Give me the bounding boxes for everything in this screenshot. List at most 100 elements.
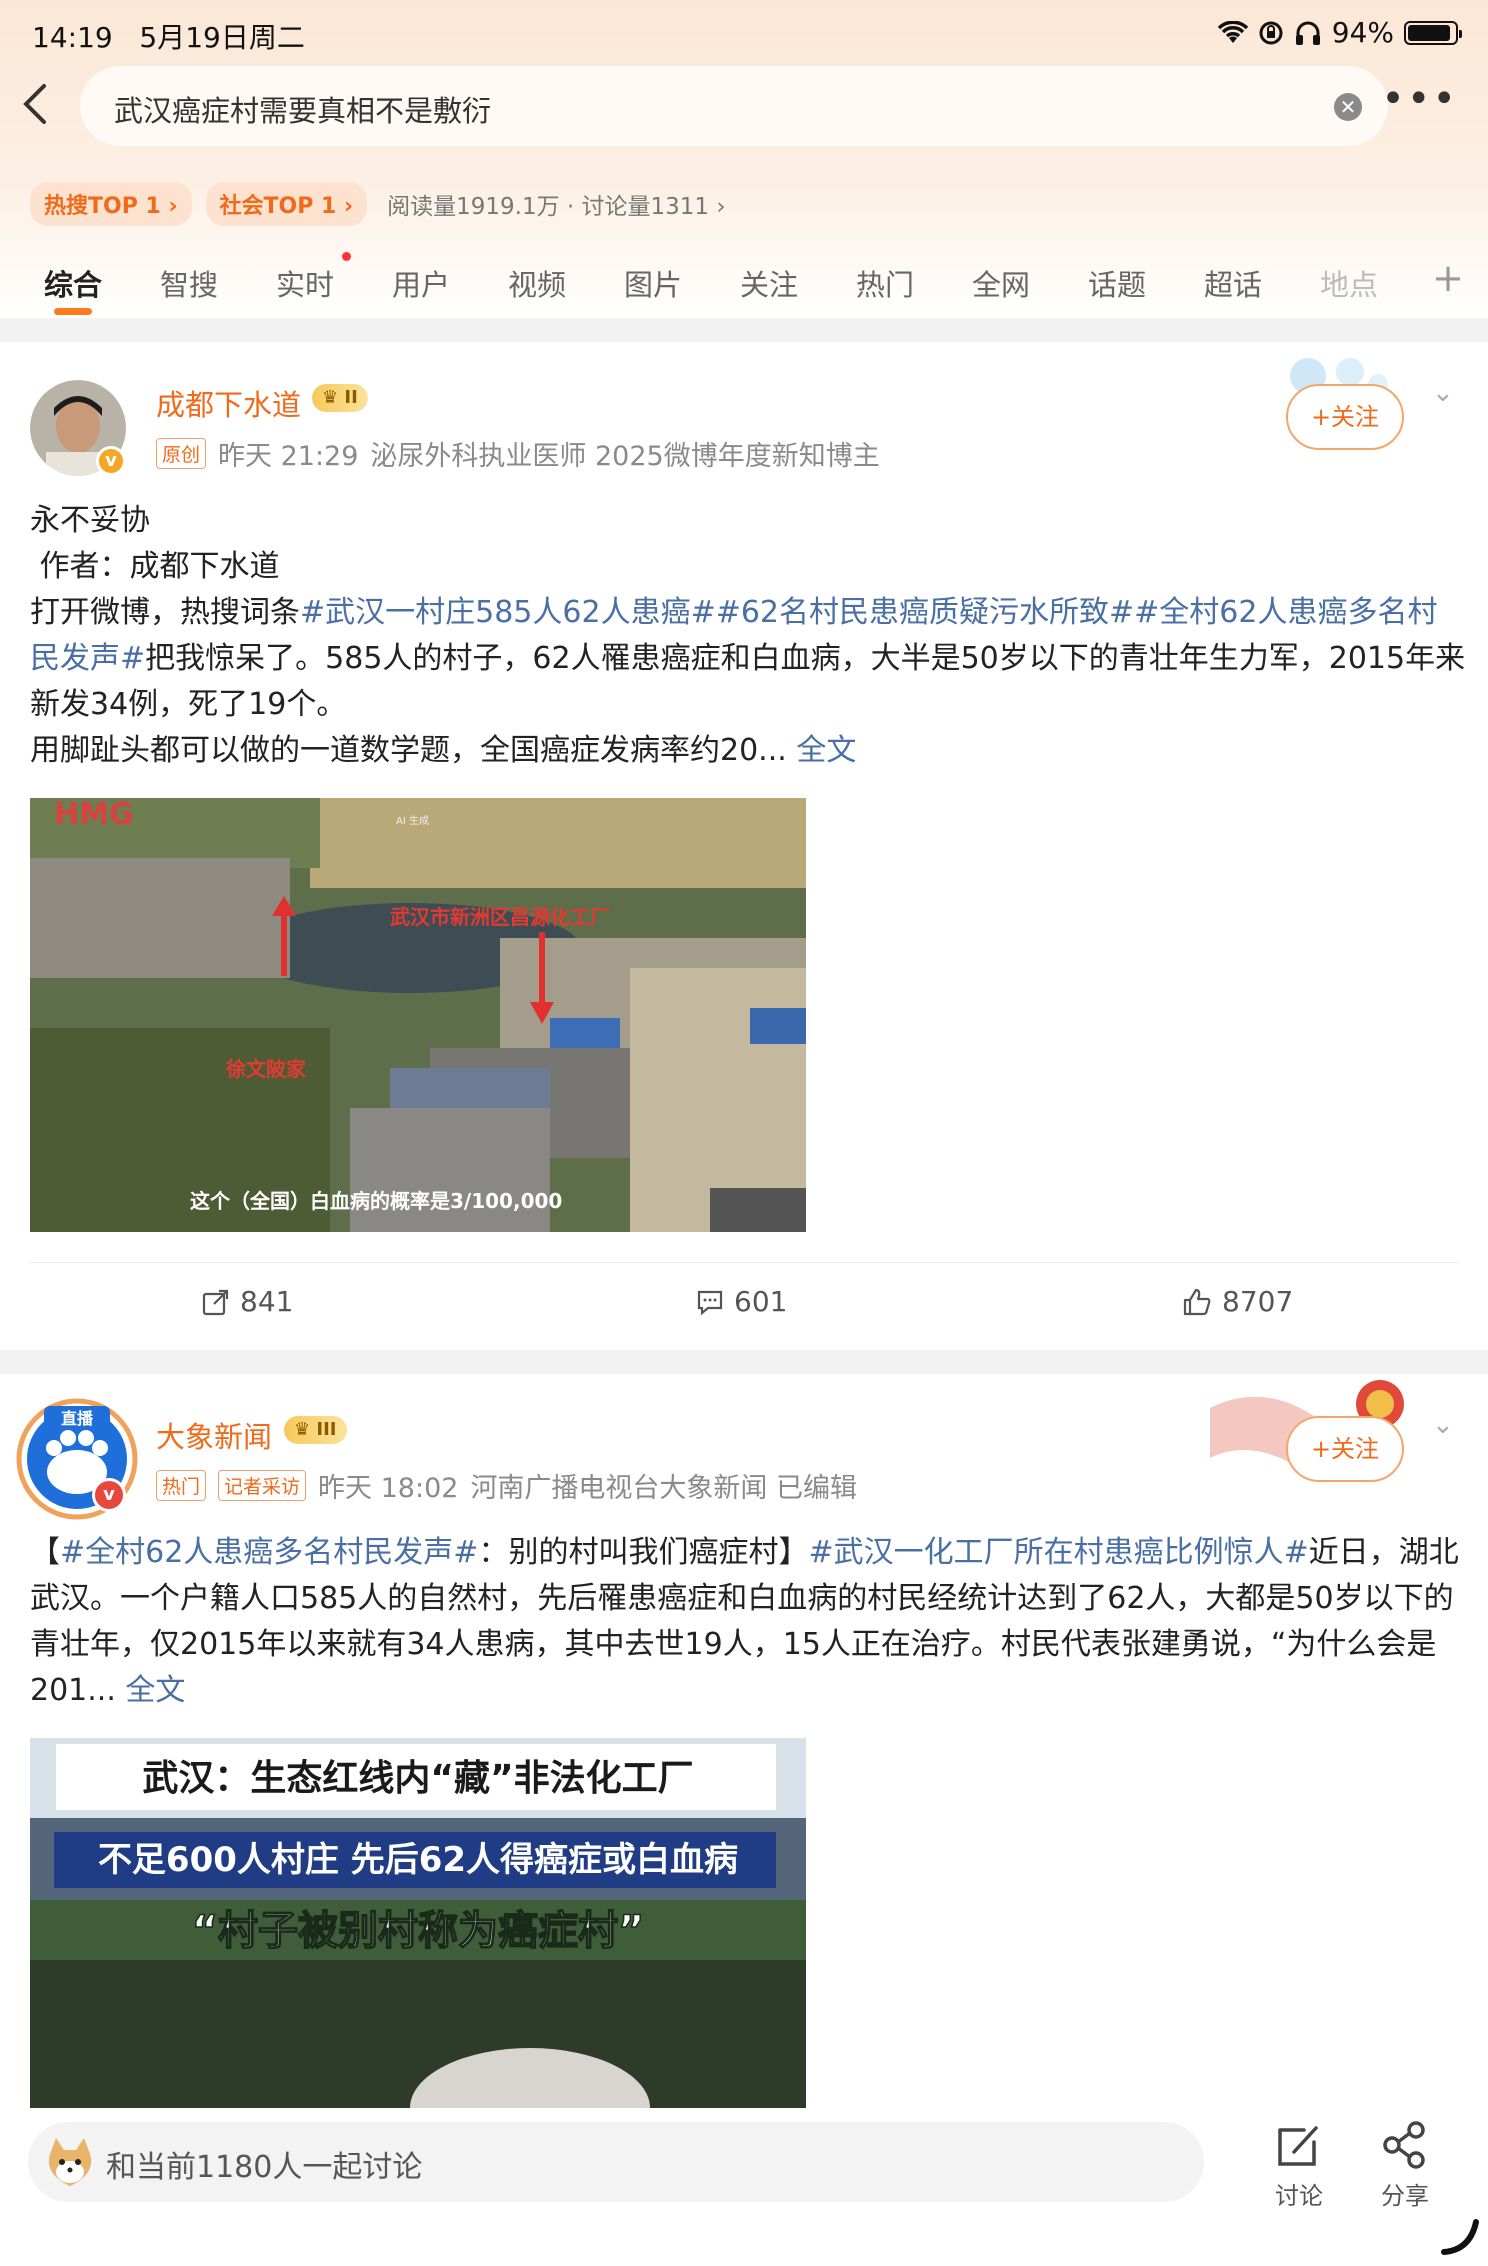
comment-button[interactable]: 601	[696, 1285, 787, 1318]
wifi-icon	[1217, 20, 1248, 43]
post-actions: 841 601 8707	[30, 1262, 1458, 1342]
ai-generated-label: AI 生成	[396, 814, 429, 827]
tab-topics[interactable]: 话题	[1088, 262, 1146, 304]
post-image[interactable]: HMG AI 生成 武汉市新洲区昌源化工厂 徐文陂家 这个（全国）白血病的概率是…	[30, 798, 806, 1232]
search-input[interactable]: 武汉癌症村需要真相不是敷衍 ✕	[80, 66, 1388, 146]
share-icon	[1383, 2121, 1425, 2169]
like-button[interactable]: 8707	[1182, 1285, 1293, 1318]
image-label-factory: 武汉市新洲区昌源化工厂	[390, 905, 610, 929]
search-query: 武汉癌症村需要真相不是敷衍	[114, 94, 492, 128]
verified-badge-icon: v	[92, 1478, 126, 1512]
back-button[interactable]	[20, 82, 66, 128]
thumbnail-quote: “村子被别村称为癌症村”	[192, 1908, 645, 1954]
image-label-home: 徐文陂家	[225, 1057, 307, 1081]
header: 14:19 5月19日周二 94% 武汉癌症村需要真相不是敷衍 ✕ ••• 热搜…	[0, 0, 1488, 318]
chevron-down-icon[interactable]: ⌄	[1432, 1410, 1454, 1440]
comment-input[interactable]: 和当前1180人一起讨论	[28, 2122, 1204, 2202]
chevron-left-icon	[23, 84, 46, 124]
tab-location[interactable]: 地点	[1320, 262, 1390, 304]
more-button[interactable]: •••	[1381, 79, 1458, 119]
post-meta: 原创 昨天 21:29 泌尿外科执业医师 2025微博年度新知博主	[156, 434, 880, 473]
tab-hot[interactable]: 热门	[856, 262, 914, 304]
shiba-avatar-icon	[48, 2138, 92, 2186]
hashtag-link[interactable]: #武汉一化工厂所在村患癌比例惊人#	[808, 1535, 1308, 1570]
live-badge: 直播	[61, 1409, 94, 1428]
tab-active-indicator	[54, 308, 92, 315]
author-description: 河南广播电视台大象新闻 已编辑	[470, 1473, 858, 1504]
reporter-tag: 记者采访	[218, 1470, 307, 1501]
share-button[interactable]: 分享	[1366, 2120, 1444, 2211]
post-card: v 成都下水道 ♛ II 原创 昨天 21:29 泌尿外科执业医师 2025微博…	[0, 342, 1488, 1350]
news-thumbnail: 武汉：生态红线内“藏”非法化工厂 不足600人村庄 先后62人得癌症或白血病 “…	[30, 1738, 806, 2108]
battery-percent: 94%	[1331, 16, 1394, 49]
comment-icon	[697, 1290, 723, 1315]
username[interactable]: 大象新闻	[156, 1414, 272, 1456]
comment-placeholder: 和当前1180人一起讨论	[106, 2150, 423, 2185]
bottom-bar: 和当前1180人一起讨论 讨论 分享	[0, 2108, 1488, 2266]
tab-following[interactable]: 关注	[740, 262, 798, 304]
home-indicator-icon	[1441, 2219, 1479, 2255]
post-line: 用脚趾头都可以做的一道数学题，全国癌症发病率约20... 全文	[30, 733, 857, 768]
tab-general[interactable]: 综合	[44, 262, 102, 304]
status-bar: 14:19 5月19日周二 94%	[30, 14, 1462, 54]
verified-badge-icon: v	[96, 446, 126, 476]
post-time: 昨天 18:02	[318, 1473, 459, 1504]
post-text: 永不妥协 作者：成都下水道 打开微博，热搜词条#武汉一村庄585人62人患癌##…	[30, 498, 1466, 774]
share-label: 分享	[1381, 2182, 1429, 2210]
clear-icon[interactable]: ✕	[1334, 93, 1362, 121]
post-line: 作者：成都下水道	[30, 549, 280, 584]
post-paragraph: 打开微博，热搜词条#武汉一村庄585人62人患癌##62名村民患癌质疑污水所致#…	[30, 595, 1466, 722]
rank-chips: 热搜TOP 1 › 社会TOP 1 › 阅读量1919.1万 · 讨论量1311…	[30, 182, 726, 226]
post-time: 昨天 21:29	[218, 441, 359, 472]
status-time: 14:19 5月19日周二	[32, 21, 305, 54]
hot-rank-chip[interactable]: 热搜TOP 1 ›	[30, 182, 192, 226]
image-caption: 这个（全国）白血病的概率是3/100,000	[190, 1189, 562, 1213]
tab-users[interactable]: 用户	[392, 262, 450, 304]
tab-web[interactable]: 全网	[972, 262, 1030, 304]
post-image[interactable]: 武汉：生态红线内“藏”非法化工厂 不足600人村庄 先后62人得癌症或白血病 “…	[30, 1738, 806, 2108]
full-text-link[interactable]: 全文	[796, 733, 856, 768]
battery-icon	[1404, 20, 1462, 45]
member-crown-icon: ♛ III	[284, 1416, 347, 1444]
repost-icon	[202, 1289, 229, 1315]
post-meta: 热门 记者采访 昨天 18:02 河南广播电视台大象新闻 已编辑	[156, 1466, 857, 1505]
orientation-lock-icon	[1259, 21, 1283, 44]
follow-button[interactable]: +关注	[1286, 1416, 1404, 1482]
discuss-button[interactable]: 讨论	[1260, 2120, 1338, 2211]
username[interactable]: 成都下水道	[156, 382, 301, 424]
repost-count: 841	[240, 1285, 294, 1318]
like-count: 8707	[1222, 1285, 1294, 1318]
thumbnail-title: 武汉：生态红线内“藏”非法化工厂	[142, 1758, 693, 1799]
chevron-down-icon[interactable]: ⌄	[1432, 378, 1454, 408]
post-card: 直播 v 大象新闻 ♛ III 热门 记者采访 昨天 18:02 河南广播电视台…	[0, 1374, 1488, 2108]
follow-button[interactable]: +关注	[1286, 384, 1404, 450]
tab-smart-search[interactable]: 智搜	[160, 262, 218, 304]
repost-button[interactable]: 841	[202, 1285, 293, 1318]
hashtag-link[interactable]: #全村62人患癌多名村民发声#	[60, 1535, 478, 1570]
discuss-label: 讨论	[1275, 2182, 1323, 2210]
status-right: 94%	[1217, 16, 1462, 49]
aerial-village-photo: HMG AI 生成 武汉市新洲区昌源化工厂 徐文陂家 这个（全国）白血病的概率是…	[30, 798, 806, 1232]
post-line: 永不妥协	[30, 503, 150, 538]
tab-bar: 综合 智搜 实时 用户 视频 图片 关注 热门 全网 话题 超话 地点	[0, 256, 1488, 318]
edit-icon	[1278, 2126, 1318, 2166]
thumbnail-subtitle: 不足600人村庄 先后62人得癌症或白血病	[98, 1840, 738, 1880]
tab-supertopics[interactable]: 超话	[1204, 262, 1262, 304]
tab-images[interactable]: 图片	[624, 262, 682, 304]
comment-count: 601	[734, 1285, 788, 1318]
new-dot	[342, 252, 351, 261]
tab-video[interactable]: 视频	[508, 262, 566, 304]
thumbs-up-icon	[1183, 1288, 1211, 1315]
member-crown-icon: ♛ II	[312, 384, 368, 412]
original-tag: 原创	[156, 438, 207, 469]
post-text: 【#全村62人患癌多名村民发声#：别的村叫我们癌症村】#武汉一化工厂所在村患癌比…	[30, 1535, 1459, 1708]
social-rank-chip[interactable]: 社会TOP 1 ›	[205, 182, 368, 226]
headphones-icon	[1295, 21, 1320, 45]
hot-tag: 热门	[156, 1470, 207, 1501]
author-description: 泌尿外科执业医师 2025微博年度新知博主	[370, 441, 880, 472]
image-logo: HMG	[54, 798, 134, 832]
full-text-link[interactable]: 全文	[125, 1673, 185, 1708]
tab-realtime[interactable]: 实时	[276, 262, 334, 304]
read-stats[interactable]: 阅读量1919.1万 · 讨论量1311 ›	[387, 187, 725, 221]
add-tab-button[interactable]: +	[1432, 256, 1464, 300]
